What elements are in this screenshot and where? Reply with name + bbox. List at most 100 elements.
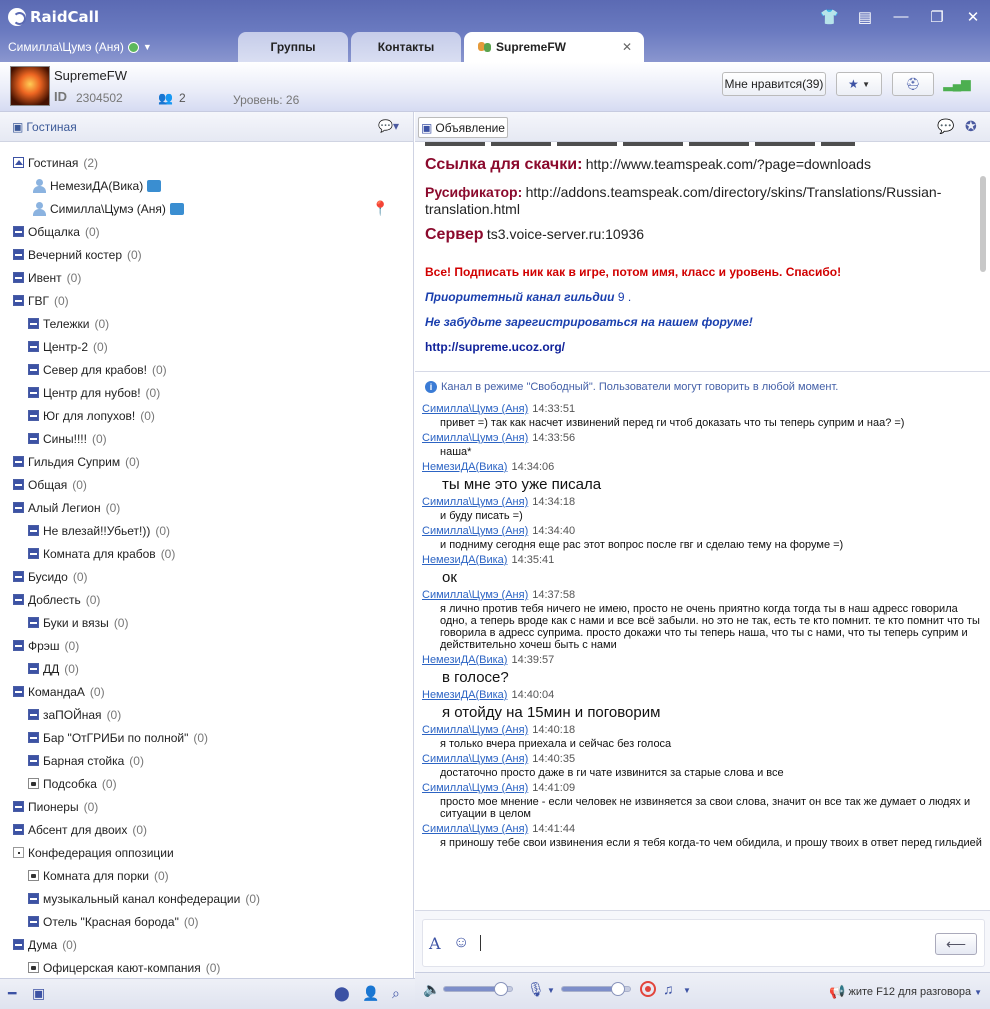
tree-channel[interactable]: Барная стойка (0) xyxy=(0,749,413,772)
collapse-box-icon[interactable] xyxy=(28,732,39,743)
tree-channel[interactable]: Подсобка (0) xyxy=(0,772,413,795)
collapse-box-icon[interactable] xyxy=(28,548,39,559)
restore-icon[interactable]: ❐ xyxy=(928,8,946,26)
tree-channel[interactable]: КомандаА (0) xyxy=(0,680,413,703)
message-author[interactable]: Симилла\Цумэ (Аня) xyxy=(422,782,528,794)
collapse-box-icon[interactable] xyxy=(28,916,39,927)
tree-user[interactable]: Симилла\Цумэ (Аня) 📍 xyxy=(0,197,413,220)
message-author[interactable]: Симилла\Цумэ (Аня) xyxy=(422,496,528,508)
like-button[interactable]: Мне нравится(39) xyxy=(722,72,826,96)
tree-channel[interactable]: Не влезай!!Убьет!)) (0) xyxy=(0,519,413,542)
tree-channel[interactable]: Комната для порки (0) xyxy=(0,864,413,887)
collapse-box-icon[interactable] xyxy=(13,594,24,605)
tree-channel[interactable]: Центр для нубов! (0) xyxy=(0,381,413,404)
russifier-url[interactable]: http://addons.teamspeak.com/directory/sk… xyxy=(526,184,942,200)
tree-channel[interactable]: Вечерний костер (0) xyxy=(0,243,413,266)
tree-channel[interactable]: ГВГ (0) xyxy=(0,289,413,312)
collapse-box-icon[interactable] xyxy=(28,433,39,444)
search-icon[interactable]: ⌕ xyxy=(392,985,400,1002)
speaker-volume-knob[interactable] xyxy=(494,982,508,996)
tree-channel[interactable]: Алый Легион (0) xyxy=(0,496,413,519)
minimize-icon[interactable]: — xyxy=(892,8,910,26)
collapse-box-icon[interactable] xyxy=(28,617,39,628)
lock-icon[interactable] xyxy=(28,778,39,789)
collapse-box-icon[interactable] xyxy=(13,824,24,835)
collapse-box-icon[interactable] xyxy=(13,571,24,582)
collapse-box-icon[interactable] xyxy=(28,893,39,904)
location-pin-icon[interactable]: 📍 xyxy=(372,200,389,217)
channel-admin-button[interactable]: ⛑ xyxy=(892,72,934,96)
collapse-box-icon[interactable] xyxy=(28,387,39,398)
collapse-box-icon[interactable] xyxy=(28,341,39,352)
speaker-icon[interactable]: 🔈 xyxy=(423,981,440,998)
channel-dot-icon[interactable] xyxy=(13,847,24,858)
user-status[interactable]: Симилла\Цумэ (Аня) ▼ xyxy=(8,40,152,54)
message-author[interactable]: НемезиДА(Вика) xyxy=(422,689,507,701)
collapse-box-icon[interactable] xyxy=(28,410,39,421)
tab-groups[interactable]: Группы xyxy=(238,32,348,62)
download-url[interactable]: http://www.teamspeak.com/?page=downloads xyxy=(586,156,871,172)
tree-channel[interactable]: Бар "ОтГРИБи по полной" (0) xyxy=(0,726,413,749)
font-format-icon[interactable]: A xyxy=(429,934,441,953)
close-tab-icon[interactable]: ✕ xyxy=(622,40,632,54)
favorites-board-icon[interactable]: ✪ xyxy=(965,118,977,135)
tab-supremefw[interactable]: SupremeFW ✕ xyxy=(464,32,644,62)
send-button[interactable]: ⟵ xyxy=(935,933,977,955)
collapse-box-icon[interactable] xyxy=(13,226,24,237)
tree-channel[interactable]: Фрэш (0) xyxy=(0,634,413,657)
tree-user[interactable]: НемезиДА(Вика) xyxy=(0,174,413,197)
tree-channel[interactable]: Бусидо (0) xyxy=(0,565,413,588)
tree-channel[interactable]: Пионеры (0) xyxy=(0,795,413,818)
lock-icon[interactable] xyxy=(28,870,39,881)
announcement-scrollbar[interactable] xyxy=(980,176,986,272)
push-to-talk[interactable]: 📢 жите F12 для разговора ▼ xyxy=(829,984,982,1000)
tree-channel[interactable]: Буки и вязы (0) xyxy=(0,611,413,634)
favorite-button[interactable]: ★ ▼ xyxy=(836,72,882,96)
tree-channel[interactable]: заПОЙная (0) xyxy=(0,703,413,726)
tree-channel[interactable]: Отель "Красная борода" (0) xyxy=(0,910,413,933)
collapse-box-icon[interactable] xyxy=(28,364,39,375)
forum-url[interactable]: http://supreme.ucoz.org/ xyxy=(425,340,565,354)
chevron-down-icon[interactable]: ▼ xyxy=(683,986,691,995)
message-author[interactable]: Симилла\Цумэ (Аня) xyxy=(422,589,528,601)
tree-channel[interactable]: Общалка (0) xyxy=(0,220,413,243)
tree-channel[interactable]: Конфедерация оппозиции xyxy=(0,841,413,864)
message-input[interactable]: A ☺ ⟵ xyxy=(422,919,985,967)
message-author[interactable]: Симилла\Цумэ (Аня) xyxy=(422,403,528,415)
microphone-icon[interactable]: 🎙 xyxy=(527,981,545,998)
skin-shirt-icon[interactable]: 👕 xyxy=(820,8,839,26)
message-author[interactable]: Симилла\Цумэ (Аня) xyxy=(422,432,528,444)
tree-channel[interactable]: Доблесть (0) xyxy=(0,588,413,611)
tree-channel[interactable]: Тележки (0) xyxy=(0,312,413,335)
user-icon[interactable]: 👤 xyxy=(362,985,379,1002)
tree-channel[interactable]: Ивент (0) xyxy=(0,266,413,289)
collapse-box-icon[interactable] xyxy=(13,939,24,950)
collapse-box-icon[interactable] xyxy=(13,686,24,697)
message-author[interactable]: Симилла\Цумэ (Аня) xyxy=(422,525,528,537)
message-author[interactable]: НемезиДА(Вика) xyxy=(422,461,507,473)
collapse-icon[interactable]: ━ xyxy=(8,985,16,1002)
close-icon[interactable]: ✕ xyxy=(964,8,982,26)
collapse-box-icon[interactable] xyxy=(28,318,39,329)
collapse-box-icon[interactable] xyxy=(28,525,39,536)
announcement-button[interactable]: ▣ Объявление xyxy=(418,117,508,138)
tree-channel[interactable]: Комната для крабов (0) xyxy=(0,542,413,565)
tree-channel[interactable]: Дума (0) xyxy=(0,933,413,956)
chevron-down-icon[interactable]: ▼ xyxy=(143,42,152,52)
tree-channel[interactable]: Гильдия Суприм (0) xyxy=(0,450,413,473)
russifier-url-cont[interactable]: translation.html xyxy=(425,201,520,217)
message-author[interactable]: НемезиДА(Вика) xyxy=(422,654,507,666)
music-icon[interactable]: ♫ xyxy=(663,981,674,997)
tab-contacts[interactable]: Контакты xyxy=(351,32,461,62)
mic-volume-slider[interactable] xyxy=(561,982,631,996)
collapse-box-icon[interactable] xyxy=(28,663,39,674)
collapse-box-icon[interactable] xyxy=(13,272,24,283)
collapse-box-icon[interactable] xyxy=(13,249,24,260)
location-pin-icon[interactable]: ⬤ xyxy=(334,985,350,1002)
collapse-box-icon[interactable] xyxy=(13,502,24,513)
tree-channel[interactable]: Абсент для двоих (0) xyxy=(0,818,413,841)
tree-channel[interactable]: Север для крабов! (0) xyxy=(0,358,413,381)
collapse-box-icon[interactable] xyxy=(13,479,24,490)
chat-settings-icon[interactable]: 💬▾ xyxy=(378,119,399,133)
collapse-box-icon[interactable] xyxy=(13,801,24,812)
